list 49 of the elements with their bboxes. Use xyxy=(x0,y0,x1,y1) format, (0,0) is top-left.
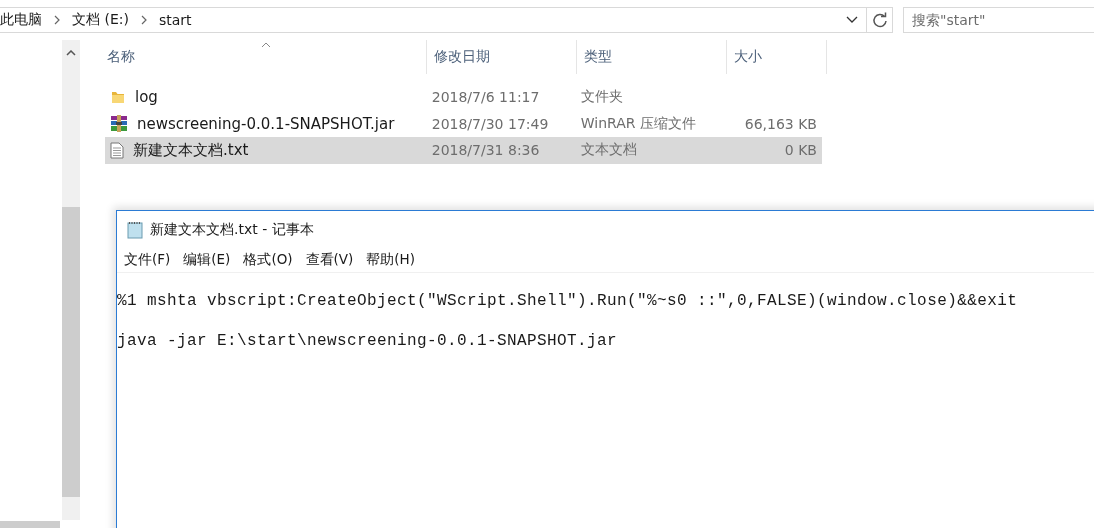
modified-date: 2018/7/6 11:17 xyxy=(431,89,540,106)
text-line: java -jar E:\start\newscreening-0.0.1-SNAPSHOT.jar xyxy=(117,331,619,352)
breadcrumb-item[interactable]: 文档 (E:) xyxy=(72,11,129,29)
file-row[interactable]: newscreening-0.0.1-SNAPSHOT.jar 2018/7/30 17:49 WinRAR 压缩文件 66,163 KB xyxy=(105,110,822,137)
text-line: %1 mshta vbscript:CreateObject("WScript.Shell").Run("%~s0 ::",0,FALSE)(window.close)&&exit xyxy=(117,291,1019,312)
column-label: 修改日期 xyxy=(434,48,490,66)
refresh-icon xyxy=(871,12,888,28)
chevron-icon xyxy=(140,15,147,25)
dropdown-icon[interactable] xyxy=(846,16,859,24)
file-row[interactable]: 新建文本文档.txt 2018/7/31 8:36 文本文档 0 KB xyxy=(105,137,822,164)
column-header[interactable]: 类型 xyxy=(577,40,727,74)
column-header[interactable]: 大小 xyxy=(727,40,827,74)
column-label: 类型 xyxy=(584,48,612,66)
column-header[interactable]: 名称 xyxy=(105,40,427,74)
file-type: WinRAR 压缩文件 xyxy=(580,114,696,133)
column-label: 大小 xyxy=(734,48,762,66)
scroll-up-icon[interactable] xyxy=(66,50,76,56)
folder-icon xyxy=(110,89,126,106)
menu-item[interactable]: 帮助(H) xyxy=(366,251,416,269)
breadcrumb-item[interactable]: 此电脑 xyxy=(0,11,42,29)
file-row[interactable]: log 2018/7/6 11:17 文件夹 xyxy=(105,84,822,111)
file-size: 0 KB xyxy=(784,142,817,159)
search-field[interactable]: 搜索"start" xyxy=(903,7,1094,33)
modified-date: 2018/7/31 8:36 xyxy=(431,142,540,159)
refresh-button[interactable] xyxy=(867,7,893,33)
notepad-icon xyxy=(126,220,144,239)
breadcrumb-item[interactable]: start xyxy=(158,12,192,28)
scrollbar-thumb[interactable] xyxy=(62,207,80,497)
file-size: 66,163 KB xyxy=(744,115,817,132)
window-title: 新建文本文档.txt - 记事本 xyxy=(150,220,314,239)
scrollbar[interactable] xyxy=(62,40,80,520)
column-label: 名称 xyxy=(107,48,135,66)
text-area[interactable]: %1 mshta vbscript:CreateObject("WScript.Shell").Run("%~s0 ::",0,FALSE)(window.close)&&exit java -jar E:\start\newscreening-0.0.1-SNAPSHOT.jar xyxy=(117,273,1094,371)
menu-item[interactable]: 编辑(E) xyxy=(183,251,231,269)
file-type: 文件夹 xyxy=(580,88,623,107)
horizontal-scrollbar[interactable] xyxy=(0,521,60,528)
menu-item[interactable]: 查看(V) xyxy=(305,251,354,269)
menu-item[interactable]: 格式(O) xyxy=(243,251,293,269)
address-bar[interactable]: 此电脑 文档 (E:) start xyxy=(0,7,868,33)
column-header[interactable]: 修改日期 xyxy=(427,40,577,74)
file-name: newscreening-0.0.1-SNAPSHOT.jar xyxy=(137,114,395,133)
menu-item[interactable]: 文件(F) xyxy=(124,251,171,269)
chevron-icon xyxy=(54,15,60,25)
modified-date: 2018/7/30 17:49 xyxy=(431,115,549,132)
file-name: log xyxy=(135,88,158,107)
file-type: 文本文档 xyxy=(580,141,637,160)
archive-icon xyxy=(110,115,128,133)
file-name: 新建文本文档.txt xyxy=(133,140,249,160)
text-file-icon xyxy=(110,141,124,159)
